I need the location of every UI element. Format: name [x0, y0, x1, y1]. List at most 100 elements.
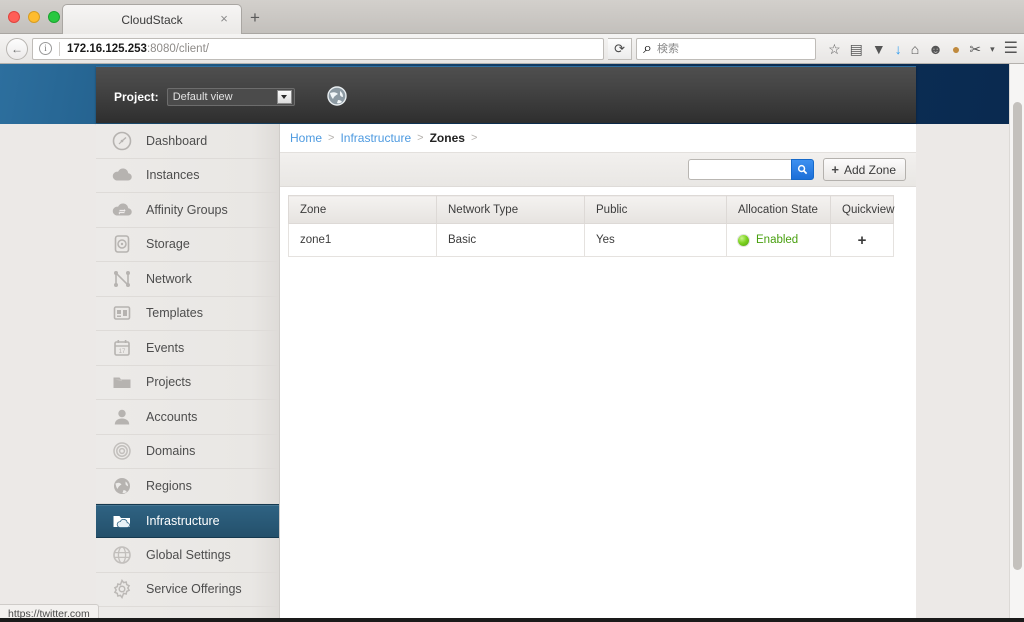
hamburger-menu-icon[interactable]: ☰ — [1004, 40, 1018, 56]
table-row[interactable]: zone1 Basic Yes Enabled + — [288, 223, 894, 257]
sidebar-item-label: Accounts — [146, 409, 198, 424]
sidebar-item-label: Infrastructure — [146, 513, 220, 528]
url-text: 172.16.125.253:8080/client/ — [67, 43, 209, 55]
templates-icon — [110, 301, 134, 325]
cell-network-type: Basic — [436, 223, 585, 257]
sidebar-item-global-settings[interactable]: Global Settings — [96, 538, 279, 573]
project-selector[interactable]: Project: Default view — [114, 88, 295, 106]
cloud-sync-icon — [110, 198, 134, 222]
column-header-allocation-state[interactable]: Allocation State — [726, 195, 831, 224]
globe-icon[interactable] — [326, 85, 348, 112]
column-header-zone[interactable]: Zone — [288, 195, 437, 224]
target-rings-icon — [110, 439, 134, 463]
reload-icon[interactable]: ⟳ — [608, 37, 633, 60]
url-host: 172.16.125.253 — [67, 42, 147, 55]
window-traffic-lights — [8, 11, 60, 23]
sidebar-item-network[interactable]: Network — [96, 262, 279, 297]
site-info-icon[interactable]: i — [39, 42, 52, 55]
browser-toolbar-icons: ☆ ▤ ▼ ↓ ⌂ ☻ ● ✂ ▾ ☰ — [820, 40, 1018, 56]
column-header-public[interactable]: Public — [584, 195, 727, 224]
gear-icon — [110, 577, 134, 601]
sidebar-nav: Dashboard Instances Affinity Groups Stor… — [96, 124, 280, 622]
chat-icon[interactable]: ☻ — [928, 42, 943, 56]
breadcrumb-home[interactable]: Home — [290, 131, 322, 145]
search-icon: ⌕ — [643, 39, 653, 57]
browser-search-input[interactable] — [657, 42, 810, 55]
cookie-icon[interactable]: ● — [952, 42, 960, 56]
sidebar-item-instances[interactable]: Instances — [96, 159, 279, 193]
window-bottom-edge — [0, 618, 1024, 622]
browser-window: CloudStack × + ← i 172.16.125.253:8080/c… — [0, 0, 1024, 622]
back-button[interactable]: ← — [6, 37, 28, 60]
window-maximize-button[interactable] — [48, 11, 60, 23]
sidebar-item-projects[interactable]: Projects — [96, 366, 279, 400]
new-tab-button[interactable]: + — [250, 9, 260, 26]
plus-icon: + — [831, 162, 839, 177]
sidebar-item-infrastructure[interactable]: Infrastructure — [96, 503, 279, 538]
breadcrumb: Home > Infrastructure > Zones > — [280, 124, 916, 153]
breadcrumb-separator: > — [328, 132, 335, 144]
overflow-chevron-icon[interactable]: ▾ — [990, 42, 995, 56]
window-minimize-button[interactable] — [28, 11, 40, 23]
cloudstack-page: Project: Default view Dashboard Instance… — [0, 64, 1024, 622]
column-header-network-type[interactable]: Network Type — [436, 195, 585, 224]
project-selected-value: Default view — [172, 91, 233, 103]
sidebar-item-label: Affinity Groups — [146, 202, 228, 217]
app-banner: Project: Default view — [0, 64, 1009, 124]
sidebar-item-events[interactable]: 17 Events — [96, 331, 279, 366]
cell-allocation-state: Enabled — [726, 223, 831, 257]
window-close-button[interactable] — [8, 11, 20, 23]
cell-quickview[interactable]: + — [830, 223, 894, 257]
network-nodes-icon — [110, 267, 134, 291]
search-input[interactable] — [688, 159, 792, 180]
folder-icon — [110, 370, 134, 394]
column-header-quickview[interactable]: Quickview — [830, 195, 894, 224]
zone-search[interactable] — [688, 159, 815, 180]
browser-navigation-bar: ← i 172.16.125.253:8080/client/ ⟳ ⌕ ☆ ▤ … — [0, 34, 1024, 64]
sidebar-item-affinity-groups[interactable]: Affinity Groups — [96, 193, 279, 228]
sidebar-item-label: Global Settings — [146, 547, 231, 562]
status-badge: Enabled — [756, 234, 799, 246]
quickview-plus-icon[interactable]: + — [858, 232, 867, 249]
breadcrumb-separator: > — [417, 132, 424, 144]
cell-zone[interactable]: zone1 — [288, 223, 437, 257]
page-scrollbar-thumb[interactable] — [1013, 102, 1022, 570]
add-zone-button[interactable]: + Add Zone — [823, 158, 906, 181]
sidebar-item-storage[interactable]: Storage — [96, 228, 279, 262]
sidebar-item-accounts[interactable]: Accounts — [96, 400, 279, 435]
pocket-icon[interactable]: ▼ — [872, 42, 886, 56]
project-label: Project: — [114, 90, 159, 104]
sidebar-item-label: Templates — [146, 306, 203, 321]
sidebar-item-service-offerings[interactable]: Service Offerings — [96, 573, 279, 607]
tab-strip: CloudStack × + — [0, 0, 1024, 34]
sidebar-item-label: Instances — [146, 168, 200, 183]
close-icon[interactable]: × — [217, 12, 231, 26]
sidebar-item-dashboard[interactable]: Dashboard — [96, 124, 279, 159]
browser-tab[interactable]: CloudStack × — [62, 4, 242, 34]
bookmark-star-icon[interactable]: ☆ — [828, 42, 841, 56]
downloads-icon[interactable]: ↓ — [895, 42, 902, 56]
page-scrollbar[interactable] — [1009, 64, 1024, 622]
tab-title: CloudStack — [121, 12, 183, 27]
table-header-row: Zone Network Type Public Allocation Stat… — [288, 195, 894, 224]
chevron-down-icon[interactable] — [276, 90, 292, 104]
breadcrumb-infrastructure[interactable]: Infrastructure — [340, 131, 411, 145]
plugin-icon[interactable]: ✂ — [969, 42, 981, 56]
home-icon[interactable]: ⌂ — [911, 42, 919, 56]
project-dropdown[interactable]: Default view — [166, 88, 295, 106]
cloud-icon — [110, 163, 134, 187]
sidebar-item-label: Projects — [146, 375, 192, 390]
sidebar-item-domains[interactable]: Domains — [96, 435, 279, 469]
browser-search-box[interactable]: ⌕ — [636, 37, 817, 60]
action-bar: + Add Zone — [280, 153, 916, 187]
sidebar-item-templates[interactable]: Templates — [96, 297, 279, 331]
sidebar-item-label: Domains — [146, 444, 196, 459]
main-panel: Home > Infrastructure > Zones > + Add Zo… — [280, 124, 916, 622]
globe-icon — [110, 474, 134, 498]
reader-view-icon[interactable]: ▤ — [850, 42, 863, 56]
cell-public: Yes — [584, 223, 727, 257]
sidebar-item-regions[interactable]: Regions — [96, 469, 279, 504]
address-bar[interactable]: i 172.16.125.253:8080/client/ — [32, 37, 605, 60]
app-content: Dashboard Instances Affinity Groups Stor… — [96, 124, 916, 622]
search-icon[interactable] — [791, 159, 815, 180]
